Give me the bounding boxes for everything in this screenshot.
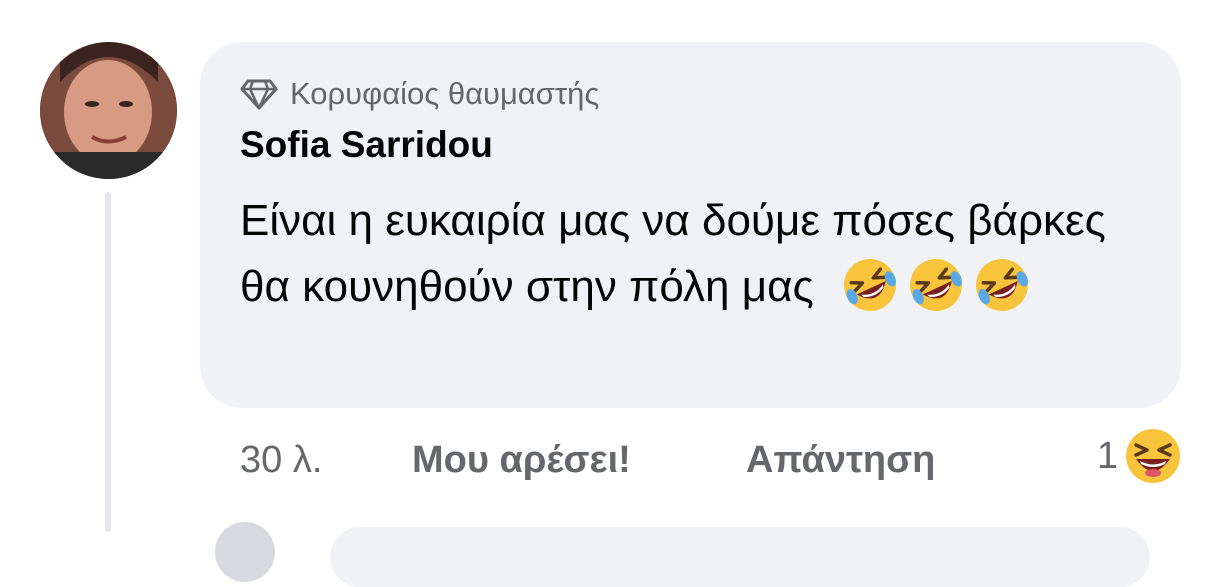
next-reply-avatar[interactable] xyxy=(215,522,275,582)
reply-button[interactable]: Απάντηση xyxy=(746,430,935,490)
rolling-on-floor-laughing-icon xyxy=(909,259,962,311)
reaction-count: 1 xyxy=(1096,434,1118,477)
thread-line xyxy=(105,192,111,532)
top-fan-badge[interactable]: Κορυφαίος θαυμαστής xyxy=(240,74,599,114)
author-name[interactable]: Sofia Sarridou xyxy=(240,124,493,166)
comment-timestamp-wrap: 30 λ. xyxy=(240,430,322,490)
comment-timestamp[interactable]: 30 λ. xyxy=(240,439,322,482)
badge-label: Κορυφαίος θαυμαστής xyxy=(290,76,600,111)
author-avatar[interactable] xyxy=(40,42,177,179)
grinning-squinting-face-icon xyxy=(1126,429,1180,483)
next-reply-bubble xyxy=(330,527,1150,587)
reaction-summary[interactable]: 1 xyxy=(1097,426,1182,486)
comment-text: Είναι η ευκαιρία μας να δούμε πόσες βάρκ… xyxy=(240,188,1160,320)
rolling-on-floor-laughing-icon xyxy=(975,259,1028,311)
rolling-on-floor-laughing-icon xyxy=(843,259,896,311)
diamond-icon xyxy=(240,79,278,110)
like-button[interactable]: Μου αρέσει! xyxy=(412,430,631,490)
